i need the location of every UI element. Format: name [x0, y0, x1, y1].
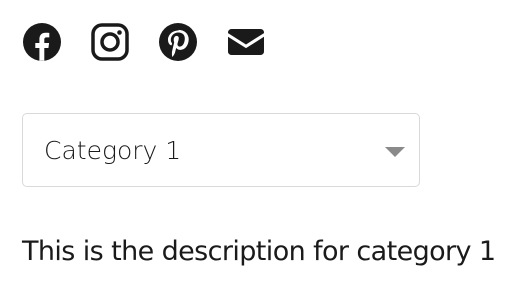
email-icon [228, 29, 264, 55]
email-link[interactable] [226, 22, 266, 62]
page: Category 1 This is the description for c… [0, 0, 514, 294]
category-select[interactable]: Category 1 [22, 113, 420, 187]
instagram-link[interactable] [90, 22, 130, 62]
facebook-link[interactable] [22, 22, 62, 62]
facebook-icon [23, 23, 61, 61]
chevron-down-icon [385, 147, 405, 157]
category-select-value: Category 1 [44, 136, 182, 165]
pinterest-link[interactable] [158, 22, 198, 62]
pinterest-icon [159, 23, 197, 61]
social-links [22, 22, 266, 62]
category-description: This is the description for category 1 [22, 236, 496, 267]
instagram-icon [91, 23, 129, 61]
